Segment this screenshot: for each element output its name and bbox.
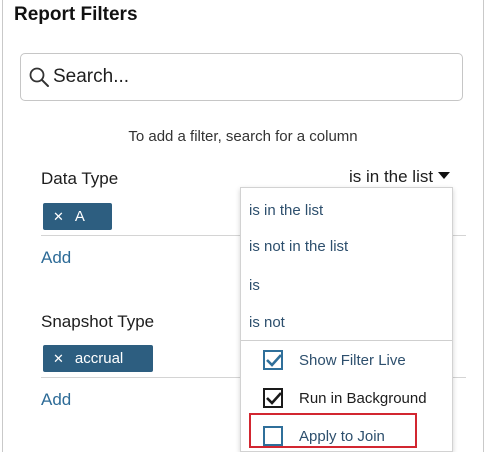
filter-label-snapshot-type: Snapshot Type [41, 312, 155, 331]
report-filters-panel: Report Filters Search... To add a filter… [0, 0, 486, 452]
option-is-in-the-list[interactable]: is in the list [249, 202, 323, 219]
check-icon [266, 392, 282, 405]
run-in-background-toggle[interactable]: Run in Background [263, 386, 427, 410]
operator-select[interactable]: is in the list [349, 167, 451, 187]
checkbox-label: Show Filter Live [299, 351, 406, 369]
search-placeholder: Search... [53, 66, 130, 87]
checkbox[interactable] [263, 350, 283, 370]
panel-right-border [483, 0, 484, 452]
chip-value: accrual [74, 350, 124, 367]
chip-value: A [74, 208, 85, 225]
close-icon[interactable]: ✕ [43, 351, 71, 367]
panel-title: Report Filters [14, 4, 138, 25]
caret-down-icon [438, 172, 451, 179]
show-filter-live-toggle[interactable]: Show Filter Live [263, 348, 406, 372]
checkbox-label: Run in Background [299, 389, 427, 407]
add-link[interactable]: Add [41, 248, 71, 268]
hint-text: To add a filter, search for a column [128, 128, 358, 145]
search-input[interactable]: Search... [20, 53, 463, 101]
checkbox[interactable] [263, 426, 283, 446]
option-is[interactable]: is [249, 277, 260, 294]
option-is-not[interactable]: is not [249, 314, 285, 331]
filter-chip[interactable]: ✕ accrual [43, 345, 153, 372]
dropdown-divider [241, 340, 452, 341]
check-icon [266, 354, 282, 367]
add-link[interactable]: Add [41, 390, 71, 410]
search-icon [29, 67, 49, 87]
operator-value: is in the list [349, 167, 434, 186]
filter-label-data-type: Data Type [41, 169, 119, 188]
filter-chip[interactable]: ✕ A [43, 203, 112, 230]
operator-dropdown: is in the list is not in the list is is … [240, 187, 453, 452]
close-icon[interactable]: ✕ [43, 209, 71, 225]
checkbox-label: Apply to Join [299, 427, 385, 445]
apply-to-join-toggle[interactable]: Apply to Join [263, 424, 385, 448]
panel-left-border [2, 0, 3, 452]
checkbox[interactable] [263, 388, 283, 408]
option-is-not-in-the-list[interactable]: is not in the list [249, 238, 348, 255]
